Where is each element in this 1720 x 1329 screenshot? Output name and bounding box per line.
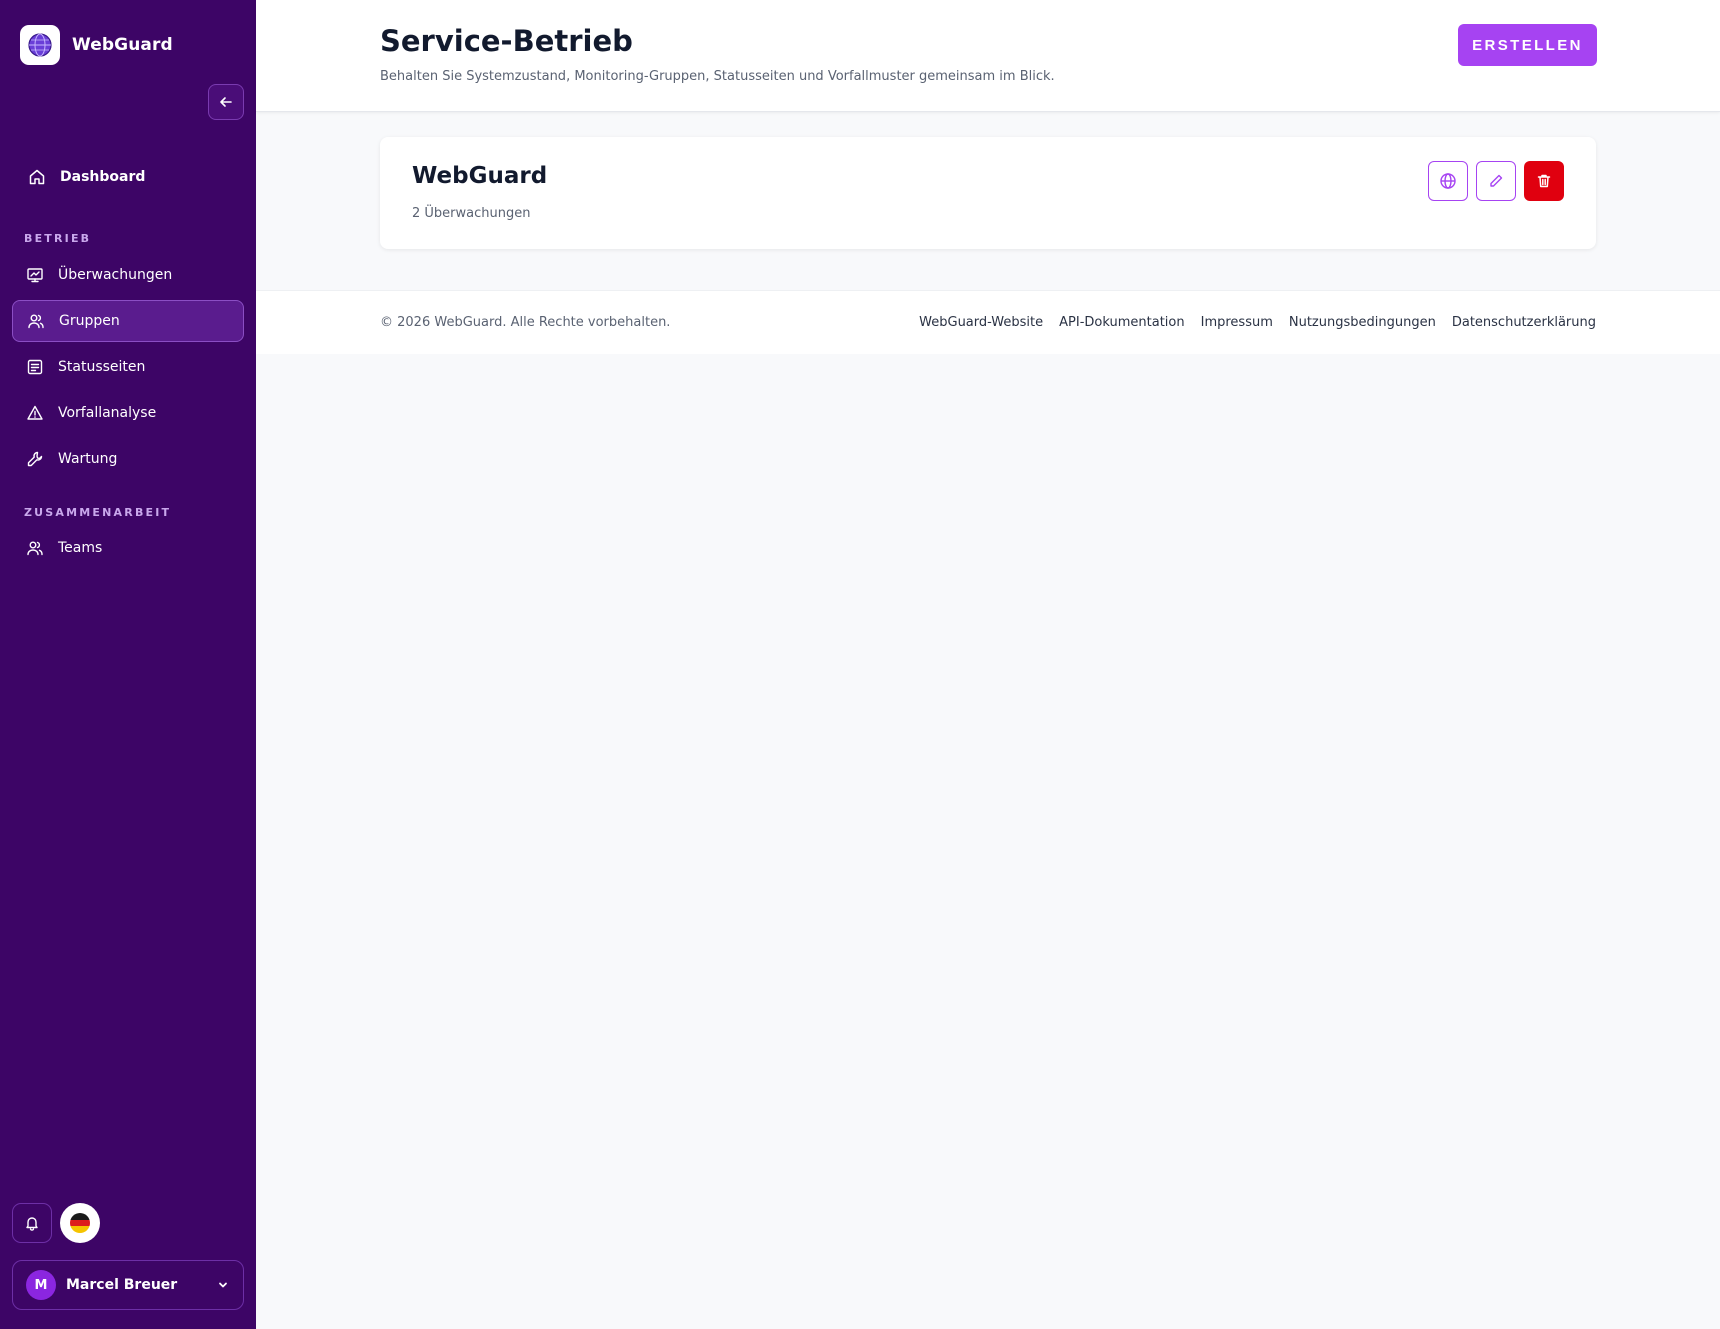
footer-link-terms[interactable]: Nutzungsbedingungen	[1289, 315, 1436, 330]
sidebar-item-statusseiten[interactable]: Statusseiten	[12, 346, 244, 388]
page-header: Service-Betrieb Behalten Sie Systemzusta…	[256, 0, 1720, 112]
sidebar-item-label: Wartung	[58, 451, 118, 467]
sidebar-item-gruppen[interactable]: Gruppen	[12, 300, 244, 342]
group-title: WebGuard	[412, 163, 548, 189]
arrow-left-icon	[220, 97, 232, 107]
sidebar-item-label: Dashboard	[60, 169, 146, 185]
edit-group-button[interactable]	[1476, 161, 1516, 201]
webguard-logo-icon	[20, 25, 60, 65]
warning-icon	[24, 402, 46, 424]
sidebar-item-wartung[interactable]: Wartung	[12, 438, 244, 480]
sidebar-item-ueberwachungen[interactable]: Überwachungen	[12, 254, 244, 296]
open-website-button[interactable]	[1428, 161, 1468, 201]
section-zusammenarbeit: ZUSAMMENARBEIT	[24, 506, 172, 519]
page-subtitle: Behalten Sie Systemzustand, Monitoring-G…	[380, 69, 1055, 84]
wrench-icon	[24, 448, 46, 470]
pencil-icon	[1490, 174, 1503, 187]
document-icon	[24, 356, 46, 378]
users-icon	[24, 537, 46, 559]
user-name: Marcel Breuer	[66, 1277, 178, 1293]
footer-links: WebGuard-Website API-Dokumentation Impre…	[919, 315, 1596, 330]
avatar: M	[26, 1270, 56, 1300]
page-footer: © 2026 WebGuard. Alle Rechte vorbehalten…	[256, 290, 1720, 354]
notifications-button[interactable]	[12, 1203, 52, 1243]
brand-name: WebGuard	[72, 35, 173, 55]
section-betrieb: BETRIEB	[24, 232, 92, 245]
footer-link-privacy[interactable]: Datenschutzerklärung	[1452, 315, 1596, 330]
sidebar-item-label: Gruppen	[59, 313, 120, 329]
bell-icon	[26, 1217, 38, 1231]
user-menu[interactable]: M Marcel Breuer	[12, 1260, 244, 1310]
sidebar-item-label: Statusseiten	[58, 359, 146, 375]
copyright: © 2026 WebGuard. Alle Rechte vorbehalten…	[380, 315, 671, 330]
group-monitor-count: 2 Überwachungen	[412, 206, 531, 221]
globe-icon	[1440, 173, 1456, 189]
language-switcher[interactable]	[60, 1203, 100, 1243]
group-card: WebGuard 2 Überwachungen	[380, 137, 1596, 249]
sidebar: WebGuard Dashboard BETRIEB Überwachungen…	[0, 0, 256, 1329]
page-title: Service-Betrieb	[380, 24, 633, 58]
sidebar-item-teams[interactable]: Teams	[12, 527, 244, 569]
sidebar-item-vorfallanalyse[interactable]: Vorfallanalyse	[12, 392, 244, 434]
chevron-down-icon	[217, 1279, 229, 1291]
sidebar-item-dashboard[interactable]: Dashboard	[12, 156, 244, 198]
delete-group-button[interactable]	[1524, 161, 1564, 201]
footer-link-api-docs[interactable]: API-Dokumentation	[1059, 315, 1184, 330]
sidebar-item-label: Überwachungen	[58, 267, 173, 283]
german-flag-icon	[70, 1213, 90, 1233]
users-icon	[25, 310, 47, 332]
create-button[interactable]: ERSTELLEN	[1458, 24, 1597, 66]
sidebar-item-label: Vorfallanalyse	[58, 405, 157, 421]
trash-icon	[1537, 174, 1551, 188]
footer-link-website[interactable]: WebGuard-Website	[919, 315, 1043, 330]
home-icon	[26, 166, 48, 188]
brand[interactable]: WebGuard	[20, 25, 173, 65]
footer-link-impressum[interactable]: Impressum	[1201, 315, 1273, 330]
sidebar-item-label: Teams	[58, 540, 103, 556]
collapse-sidebar-button[interactable]	[208, 84, 244, 120]
chart-monitor-icon	[24, 264, 46, 286]
